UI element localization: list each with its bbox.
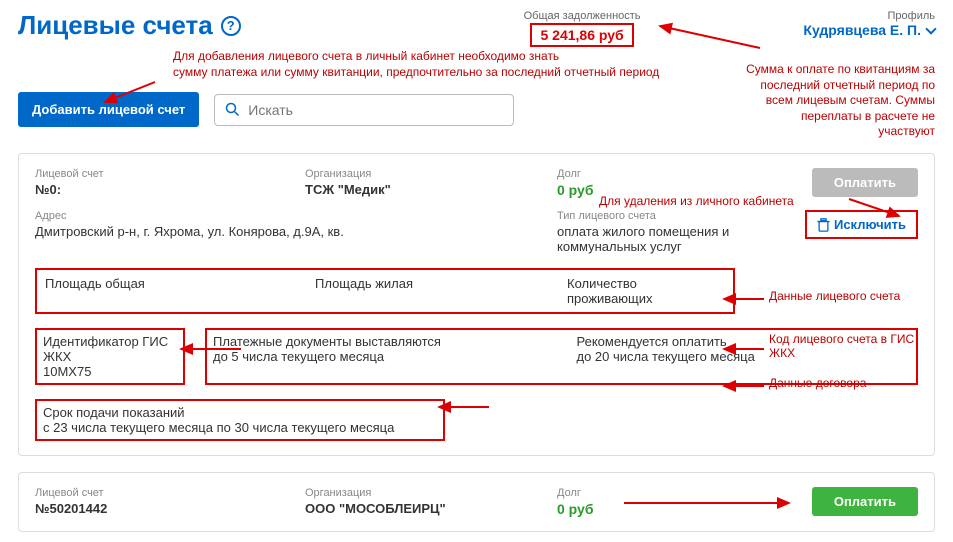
gis-value: 10МХ75 — [43, 364, 177, 379]
account-card-2: Лицевой счет №50201442 Организация ООО "… — [18, 472, 935, 532]
account-data-box: Площадь общая Площадь жилая Количество п… — [35, 268, 735, 314]
pay-button[interactable]: Оплатить — [812, 487, 918, 516]
pay-button-disabled[interactable]: Оплатить — [812, 168, 918, 197]
acc2-value: №50201442 — [35, 501, 285, 516]
help-icon[interactable]: ? — [221, 16, 241, 36]
org-value: ТСЖ "Медик" — [305, 182, 537, 197]
profile-dropdown[interactable]: Кудрявцева Е. П. — [803, 22, 935, 38]
residents-label: Количество проживающих — [567, 276, 725, 306]
title-text: Лицевые счета — [18, 10, 213, 41]
org-label: Организация — [305, 168, 537, 180]
trash-icon — [817, 218, 830, 232]
total-debt-label: Общая задолженность — [524, 10, 641, 22]
search-field[interactable] — [214, 94, 514, 126]
addr-label: Адрес — [35, 210, 537, 222]
exclude-label: Исключить — [834, 217, 906, 232]
chevron-down-icon — [925, 23, 936, 34]
account-card-1: Лицевой счет №0: Организация ТСЖ "Медик"… — [18, 153, 935, 456]
search-icon — [225, 102, 240, 117]
exclude-button[interactable]: Исключить — [805, 210, 918, 239]
debt2-value: 0 руб — [557, 501, 778, 517]
type-value: оплата жилого помещения и коммунальных у… — [557, 224, 747, 254]
search-input[interactable] — [248, 102, 503, 118]
profile-label: Профиль — [803, 10, 935, 22]
data-hint: Данные лицевого счета — [769, 289, 900, 303]
type-label: Тип лицевого счета — [557, 210, 778, 222]
acc2-label: Лицевой счет — [35, 487, 285, 499]
debt-label: Долг — [557, 168, 778, 180]
deadline-box: Срок подачи показаний с 23 числа текущег… — [35, 399, 445, 441]
addr-value: Дмитровский р-н, г. Яхрома, ул. Конярова… — [35, 224, 537, 239]
debt-hint-text: Сумма к оплате по квитанциям за последни… — [745, 62, 935, 140]
docs-label: Платежные документы выставляются — [213, 334, 547, 349]
page-title: Лицевые счета ? — [18, 10, 241, 41]
contract-hint: Данные договора — [769, 376, 866, 390]
acc-label: Лицевой счет — [35, 168, 285, 180]
add-account-button[interactable]: Добавить лицевой счет — [18, 92, 199, 127]
profile-name-text: Кудрявцева Е. П. — [803, 22, 921, 38]
gis-label: Идентификатор ГИС ЖКХ — [43, 334, 177, 364]
org2-label: Организация — [305, 487, 537, 499]
org2-value: ООО "МОСОБЛЕИРЦ" — [305, 501, 537, 516]
area-total-label: Площадь общая — [45, 276, 295, 291]
gis-hint: Код лицевого счета в ГИС ЖКХ — [769, 332, 934, 360]
delete-hint: Для удаления из личного кабинета — [599, 194, 936, 208]
gis-box: Идентификатор ГИС ЖКХ 10МХ75 — [35, 328, 185, 385]
deadline-label: Срок подачи показаний — [43, 405, 437, 420]
debt2-label: Долг — [557, 487, 778, 499]
area-live-label: Площадь жилая — [315, 276, 547, 291]
acc-value: №0: — [35, 182, 285, 197]
deadline-value: с 23 числа текущего месяца по 30 числа т… — [43, 420, 437, 435]
docs-value: до 5 числа текущего месяца — [213, 349, 547, 364]
total-debt-value: 5 241,86 руб — [530, 23, 633, 47]
